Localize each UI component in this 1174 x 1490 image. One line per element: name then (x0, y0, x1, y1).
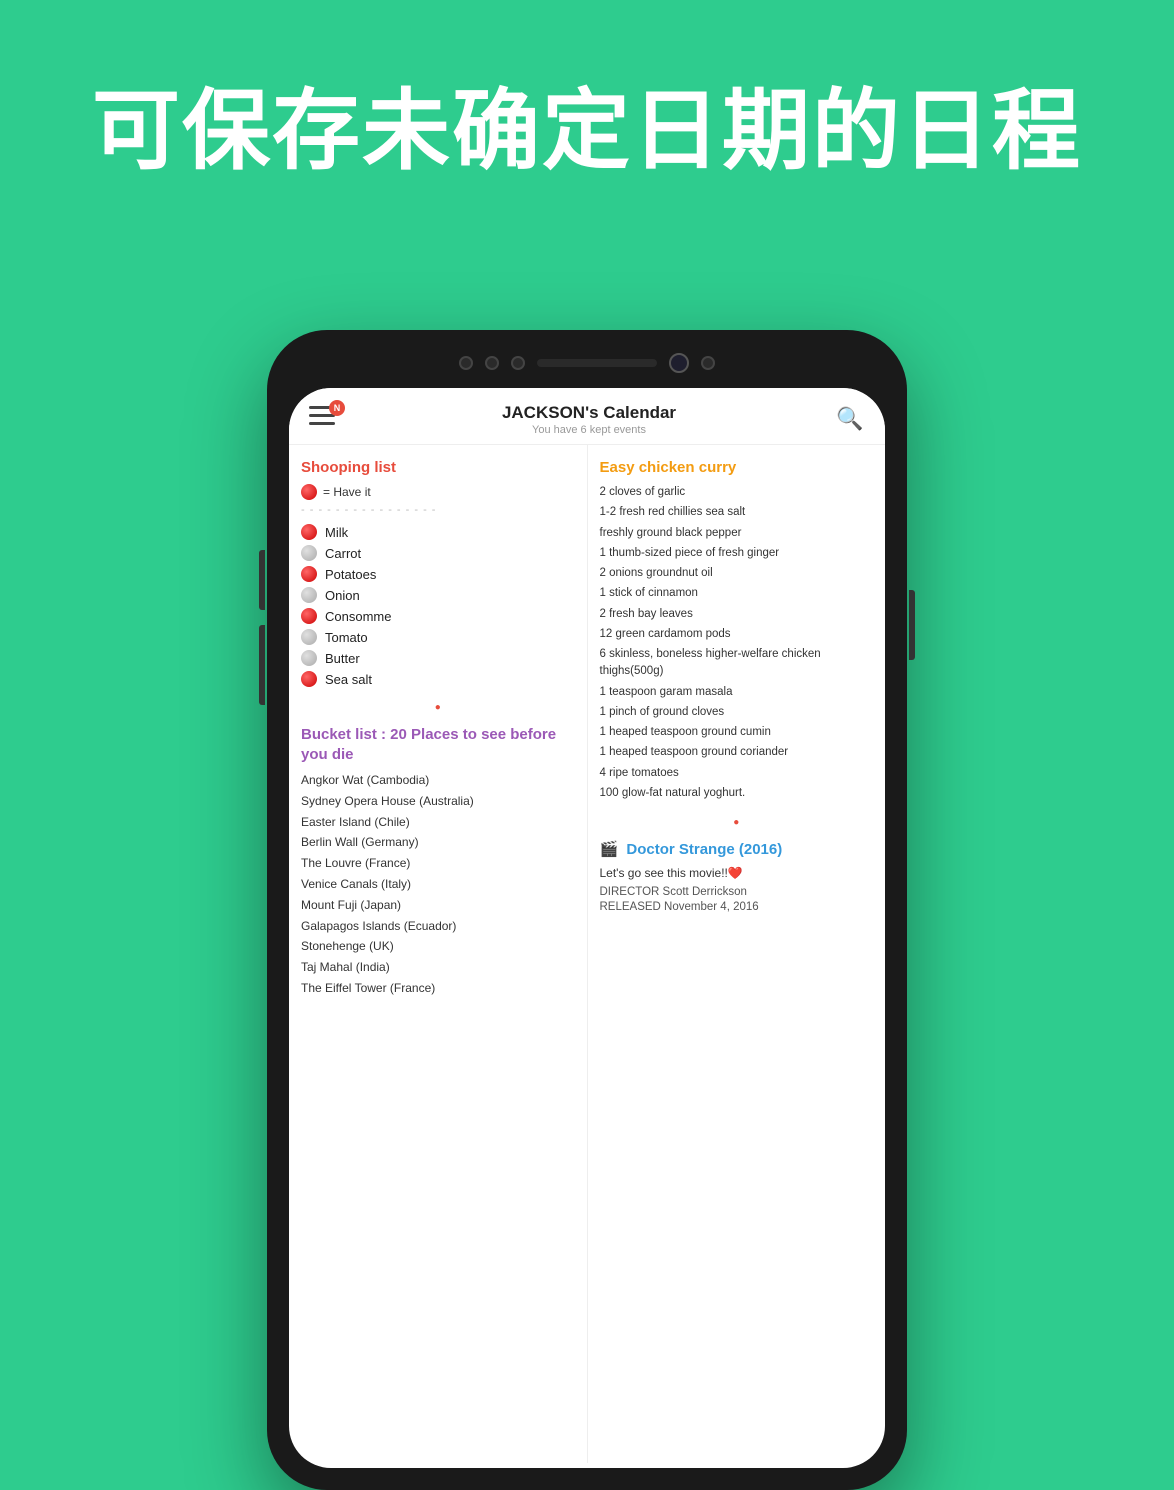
phone-shell: N JACKSON's Calendar You have 6 kept eve… (267, 330, 907, 1490)
search-icon: 🔍 (836, 406, 863, 432)
have-dot (301, 566, 317, 582)
list-item: Venice Canals (Italy) (301, 876, 575, 893)
volume-up-button (259, 550, 265, 610)
list-item: 1 pinch of ground cloves (600, 704, 874, 721)
have-dot (301, 671, 317, 687)
movie-director: DIRECTOR Scott Derrickson (600, 886, 874, 898)
item-name: Carrot (325, 546, 361, 561)
no-have-dot (301, 629, 317, 645)
hero-title: 可保存未确定日期的日程 (60, 80, 1114, 181)
list-item: 2 onions groundnut oil (600, 565, 874, 582)
volume-down-button (259, 625, 265, 705)
list-item: The Eiffel Tower (France) (301, 980, 575, 997)
search-button[interactable]: 🔍 (835, 404, 865, 434)
list-item: The Louvre (France) (301, 855, 575, 872)
list-item: Onion (301, 587, 575, 603)
list-item: 1 heaped teaspoon ground coriander (600, 744, 874, 761)
movie-note: Let's go see this movie!!❤️ (600, 866, 874, 880)
no-have-dot (301, 587, 317, 603)
list-item: Mount Fuji (Japan) (301, 897, 575, 914)
list-item: 2 cloves of garlic (600, 484, 874, 501)
list-item: Tomato (301, 629, 575, 645)
recipe-title: Easy chicken curry (600, 459, 874, 476)
movie-title: 🎬 Doctor Strange (2016) (600, 840, 874, 858)
list-item: Taj Mahal (India) (301, 959, 575, 976)
list-item: 1-2 fresh red chillies sea salt (600, 504, 874, 521)
list-item: 100 glow-fat natural yoghurt. (600, 785, 874, 802)
have-dot (301, 608, 317, 624)
list-item: 4 ripe tomatoes (600, 765, 874, 782)
item-name: Milk (325, 525, 348, 540)
item-name: Butter (325, 651, 360, 666)
app-header: N JACKSON's Calendar You have 6 kept eve… (289, 388, 885, 445)
notification-badge: N (329, 400, 345, 416)
list-item: Berlin Wall (Germany) (301, 834, 575, 851)
right-column: Easy chicken curry 2 cloves of garlic 1-… (588, 445, 886, 1463)
camera-dot-2 (485, 356, 499, 370)
camera-dot-1 (459, 356, 473, 370)
separator: ● (301, 697, 575, 715)
list-item: Sea salt (301, 671, 575, 687)
item-name: Sea salt (325, 672, 372, 687)
separator: ● (600, 812, 874, 830)
list-item: Sydney Opera House (Australia) (301, 793, 575, 810)
list-item: Stonehenge (UK) (301, 938, 575, 955)
left-column: Shooping list = Have it - - - - - - - - … (289, 445, 588, 1463)
no-have-dot (301, 545, 317, 561)
list-item: 6 skinless, boneless higher-welfare chic… (600, 646, 874, 681)
bucket-list-title: Bucket list : 20 Places to see before yo… (301, 725, 575, 764)
camera-dot-4 (701, 356, 715, 370)
phone-screen: N JACKSON's Calendar You have 6 kept eve… (289, 388, 885, 1468)
list-item: 1 stick of cinnamon (600, 585, 874, 602)
list-item: freshly ground black pepper (600, 525, 874, 542)
divider: - - - - - - - - - - - - - - - - (301, 504, 575, 516)
list-item: 1 teaspoon garam masala (600, 684, 874, 701)
list-item: Butter (301, 650, 575, 666)
camera-bar (417, 348, 757, 378)
list-item: Milk (301, 524, 575, 540)
list-item: Angkor Wat (Cambodia) (301, 772, 575, 789)
list-item: Easter Island (Chile) (301, 814, 575, 831)
front-camera (669, 353, 689, 373)
list-item: Galapagos Islands (Ecuador) (301, 918, 575, 935)
clapper-icon: 🎬 (600, 840, 619, 858)
list-item: Potatoes (301, 566, 575, 582)
legend-text: = Have it (323, 485, 371, 499)
item-name: Consomme (325, 609, 391, 624)
camera-dot-3 (511, 356, 525, 370)
list-item: 12 green cardamom pods (600, 626, 874, 643)
list-item: 1 heaped teaspoon ground cumin (600, 724, 874, 741)
speaker-grille (537, 359, 657, 367)
have-dot (301, 524, 317, 540)
list-item: 2 fresh bay leaves (600, 606, 874, 623)
phone-device: N JACKSON's Calendar You have 6 kept eve… (267, 330, 907, 1490)
have-it-dot (301, 484, 317, 500)
menu-button[interactable]: N (309, 402, 343, 436)
movie-released: RELEASED November 4, 2016 (600, 901, 874, 913)
movie-title-text: Doctor Strange (2016) (626, 841, 782, 858)
item-name: Tomato (325, 630, 368, 645)
screen-content: Shooping list = Have it - - - - - - - - … (289, 445, 885, 1463)
shopping-list-title: Shooping list (301, 459, 575, 476)
no-have-dot (301, 650, 317, 666)
list-item: Carrot (301, 545, 575, 561)
list-item: Consomme (301, 608, 575, 624)
header-center: JACKSON's Calendar You have 6 kept event… (502, 403, 676, 436)
app-subtitle: You have 6 kept events (502, 424, 676, 436)
power-button (909, 590, 915, 660)
list-item: 1 thumb-sized piece of fresh ginger (600, 545, 874, 562)
item-name: Potatoes (325, 567, 376, 582)
item-name: Onion (325, 588, 360, 603)
app-title: JACKSON's Calendar (502, 403, 676, 423)
shopping-legend: = Have it (301, 484, 575, 500)
